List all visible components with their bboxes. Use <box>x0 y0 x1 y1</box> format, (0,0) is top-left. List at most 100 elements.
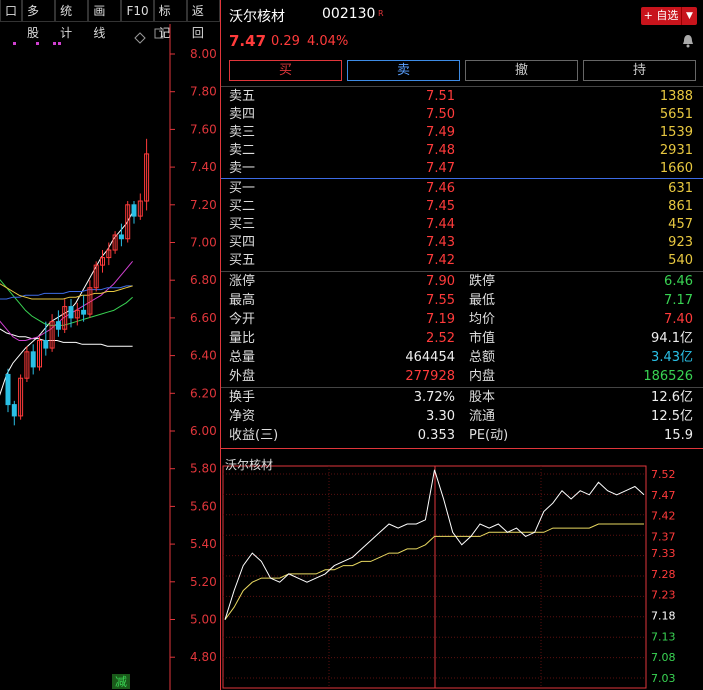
current-price: 7.47 <box>229 32 267 50</box>
ask-row[interactable]: 卖二 7.48 2931 <box>221 141 703 160</box>
cancel-order-button[interactable]: 撤 <box>465 60 578 81</box>
bid-row[interactable]: 买五 7.42 540 <box>221 251 703 270</box>
limit-up-label: 涨停 <box>229 274 256 289</box>
bid-label: 买三 <box>229 217 256 232</box>
ask-volume: 2931 <box>659 143 693 158</box>
ask-label: 卖一 <box>229 161 256 176</box>
add-watchlist-button[interactable]: + 自选 <box>641 7 681 25</box>
limit-down-value: 6.46 <box>664 274 693 289</box>
bell-icon[interactable] <box>681 34 695 48</box>
total-volume-value: 464454 <box>405 350 455 365</box>
stock-tag: R <box>378 9 384 18</box>
bid-row[interactable]: 买四 7.43 923 <box>221 233 703 252</box>
intraday-y-tick-label: 7.03 <box>651 672 676 685</box>
y-tick-label: 7.60 <box>190 122 217 136</box>
y-tick-label: 4.80 <box>190 650 217 664</box>
buy-button[interactable]: 买 <box>229 60 342 81</box>
y-tick-label: 6.60 <box>190 311 217 325</box>
limit-down-label: 跌停 <box>469 274 496 289</box>
net-assets-label: 净资 <box>229 409 256 424</box>
window-icon[interactable] <box>154 28 164 39</box>
candle-body <box>55 321 61 330</box>
y-tick-label: 7.40 <box>190 160 217 174</box>
total-volume-label: 总量 <box>229 350 256 365</box>
toolbar-item-multi-stock[interactable]: 多股 <box>22 0 56 40</box>
candle-body <box>118 234 124 240</box>
ask-label: 卖三 <box>229 125 256 140</box>
toolbar-item-back[interactable]: 返回 <box>186 0 220 40</box>
volume-ratio-value: 2.52 <box>426 331 455 346</box>
bid-volume: 923 <box>668 235 693 250</box>
y-tick-label: 5.00 <box>190 613 217 627</box>
ask-row[interactable]: 卖一 7.47 1660 <box>221 159 703 178</box>
signal-dot <box>58 42 61 45</box>
inner-volume-label: 内盘 <box>469 369 496 384</box>
candle-body <box>68 306 74 319</box>
holdings-button[interactable]: 持 <box>583 60 696 81</box>
toolbar-item-mark[interactable]: 标记 <box>153 0 187 40</box>
bid-volume: 457 <box>668 217 693 232</box>
ask-label: 卖五 <box>229 89 256 104</box>
ask-row[interactable]: 卖三 7.49 1539 <box>221 123 703 142</box>
pe-value: 15.9 <box>664 428 693 443</box>
stock-code: 002130 <box>322 6 376 22</box>
bid-volume: 540 <box>668 253 693 268</box>
eps-label: 收益(三) <box>229 428 279 443</box>
intraday-y-tick-label: 7.28 <box>651 568 676 581</box>
float-shares-label: 流通 <box>469 409 496 424</box>
open-value: 7.19 <box>426 312 455 327</box>
stats-row: 总量 464454 总额 3.43亿 <box>221 348 703 367</box>
intraday-chart[interactable]: 7.52 7.47 7.42 7.37 7.33 7.28 7.23 7.18 7.13 7.08… <box>221 450 703 690</box>
bid-label: 买五 <box>229 253 256 268</box>
avg-price-label: 均价 <box>469 312 496 327</box>
toolbar-item-square[interactable]: 口 <box>0 0 23 22</box>
total-shares-label: 股本 <box>469 390 496 405</box>
intraday-y-tick-label: 7.47 <box>651 489 676 502</box>
toolbar-item-draw-line[interactable]: 画线 <box>88 0 122 40</box>
y-tick-label: 6.20 <box>190 386 217 400</box>
bid-row[interactable]: 买一 7.46 631 <box>221 179 703 198</box>
stats-row: 外盘 277928 内盘 186526 <box>221 367 703 386</box>
chart-settings-icons[interactable] <box>134 28 164 44</box>
turnover-rate-label: 换手 <box>229 390 256 405</box>
diamond-icon[interactable] <box>134 32 146 44</box>
intraday-y-tick-label: 7.23 <box>651 589 676 602</box>
outer-volume-value: 277928 <box>405 369 455 384</box>
ask-row[interactable]: 卖五 7.51 1388 <box>221 87 703 106</box>
bid-label: 买四 <box>229 235 256 250</box>
ask-price: 7.47 <box>426 161 455 176</box>
toolbar-item-statistics[interactable]: 统计 <box>55 0 89 40</box>
kline-chart[interactable]: 8.00 7.80 7.60 7.40 7.20 7.00 6.80 6.60 6.40 6.20… <box>0 24 220 690</box>
toolbar-item-f10[interactable]: F10 <box>121 0 154 22</box>
ask-volume: 1388 <box>659 89 693 104</box>
y-tick-label: 6.40 <box>190 349 217 363</box>
moving-average-line <box>0 285 133 300</box>
stats-row: 涨停 7.90 跌停 6.46 <box>221 272 703 291</box>
turnover-amount-value: 3.43亿 <box>651 350 693 365</box>
avg-price-value: 7.40 <box>664 312 693 327</box>
high-value: 7.55 <box>426 293 455 308</box>
intraday-y-tick-label: 7.18 <box>651 610 676 623</box>
ask-volume: 1539 <box>659 125 693 140</box>
ask-label: 卖二 <box>229 143 256 158</box>
y-tick-label: 6.00 <box>190 424 217 438</box>
candle-body <box>131 204 137 217</box>
inner-volume-value: 186526 <box>643 369 693 384</box>
open-label: 今开 <box>229 312 256 327</box>
stats-row: 收益(三) 0.353 PE(动) 15.9 <box>221 426 703 445</box>
signal-dot <box>13 42 16 45</box>
stats-row: 最高 7.55 最低 7.17 <box>221 291 703 310</box>
watchlist-dropdown-button[interactable]: ▼ <box>681 7 697 25</box>
intraday-y-tick-label: 7.13 <box>651 630 676 643</box>
ask-row[interactable]: 卖四 7.50 5651 <box>221 105 703 124</box>
market-cap-label: 市值 <box>469 331 496 346</box>
candle-body <box>5 373 11 406</box>
bid-row[interactable]: 买三 7.44 457 <box>221 215 703 234</box>
bid-volume: 631 <box>668 181 693 196</box>
stats-row: 今开 7.19 均价 7.40 <box>221 310 703 329</box>
price-change: 0.29 <box>271 34 300 49</box>
total-shares-value: 12.6亿 <box>651 390 693 405</box>
moving-average-line <box>0 283 133 300</box>
bid-row[interactable]: 买二 7.45 861 <box>221 197 703 216</box>
sell-button[interactable]: 卖 <box>347 60 460 81</box>
